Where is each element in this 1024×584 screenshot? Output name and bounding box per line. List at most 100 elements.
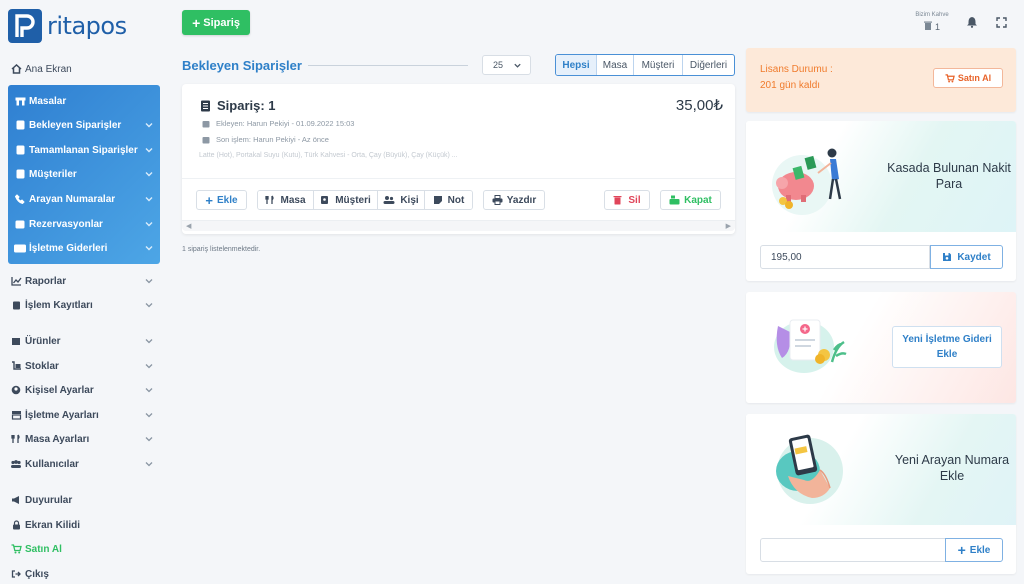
fullscreen-icon[interactable]: [996, 17, 1007, 28]
sidebar-item-users[interactable]: Kullanıcılar: [10, 455, 160, 473]
chart-icon: [10, 276, 22, 286]
sidebar-item-buy[interactable]: Satın Al: [10, 540, 160, 558]
sidebar-active-group: Masalar Bekleyen Siparişler Tamamlanan S…: [8, 85, 160, 264]
sidebar-item-caller-numbers[interactable]: Arayan Numaralar: [14, 190, 160, 208]
chevron-down-icon: [144, 276, 154, 286]
order-count-text: 1 sipariş listelenmektedir.: [182, 246, 261, 253]
order-added-text: Ekleyen: Harun Pekiyi - 01.09.2022 15:03: [216, 119, 355, 128]
sidebar-item-reservations[interactable]: Rezervasyonlar: [14, 215, 160, 233]
sidebar-item-screen-lock[interactable]: Ekran Kilidi: [10, 516, 160, 534]
caller-widget-title: Yeni Arayan Numara Ekle: [894, 453, 1010, 483]
sidebar-item-home[interactable]: Ana Ekran: [10, 60, 160, 78]
order-added-by: Ekleyen: Harun Pekiyi - 01.09.2022 15:03: [202, 119, 354, 128]
sidebar-item-label: Arayan Numaralar: [29, 193, 116, 205]
license-days-left: 201 gün kaldı: [760, 80, 821, 91]
scroll-left-icon[interactable]: ◀: [186, 222, 191, 230]
caller-number-input[interactable]: [760, 538, 946, 562]
new-order-button[interactable]: + Sipariş: [182, 10, 250, 35]
sidebar-item-completed-orders[interactable]: Tamamlanan Siparişler: [14, 141, 160, 159]
save-cash-button[interactable]: Kaydet: [930, 245, 1003, 269]
person-count-button[interactable]: Kişi: [377, 191, 424, 209]
sidebar-item-products[interactable]: Ürünler: [10, 332, 160, 350]
home-icon: [10, 64, 22, 74]
page-size-select[interactable]: 25: [482, 55, 531, 75]
sidebar-item-expenses[interactable]: İşletme Giderleri: [14, 239, 160, 257]
add-item-button[interactable]: + Ekle: [196, 190, 247, 210]
brand-logo[interactable]: ritapos: [8, 8, 127, 44]
cash-amount-input[interactable]: 195,00: [760, 245, 930, 269]
filter-customer[interactable]: Müşteri: [633, 55, 682, 75]
chevron-down-icon: [144, 169, 154, 179]
expense-illustration: [774, 319, 847, 373]
utensils-icon: [265, 195, 275, 205]
sidebar-item-label: İşlem Kayıtları: [25, 299, 93, 311]
business-count: 1: [934, 21, 940, 32]
cart-icon: [945, 73, 955, 83]
order-items-summary: Latte (Hot), Portakal Suyu (Kutu), Türk …: [199, 152, 458, 159]
clipboard-icon: [10, 300, 22, 310]
sidebar-item-customers[interactable]: Müşteriler: [14, 165, 160, 183]
scroll-right-icon[interactable]: ▶: [726, 222, 731, 230]
sidebar-item-stocks[interactable]: Stoklar: [10, 357, 160, 375]
add-expense-button[interactable]: Yeni İşletme Gideri Ekle: [892, 326, 1002, 368]
filter-table[interactable]: Masa: [596, 55, 633, 75]
sidebar-item-announcements[interactable]: Duyurular: [10, 491, 160, 509]
order-total: 35,00₺: [675, 97, 723, 114]
add-caller-label: Ekle: [969, 544, 991, 556]
bell-icon[interactable]: [966, 16, 978, 28]
close-order-button[interactable]: Kapat: [660, 190, 721, 210]
sidebar-item-label: Bekleyen Siparişler: [29, 119, 122, 131]
plus-icon: +: [957, 542, 966, 558]
business-selector[interactable]: Bizim Kahve 1: [908, 12, 956, 32]
cash-widget: Kasada Bulunan Nakit Para 195,00 Kaydet: [746, 121, 1016, 281]
phone-hand-illustration: [776, 434, 843, 504]
sidebar-item-logs[interactable]: İşlem Kayıtları: [10, 296, 160, 314]
box-icon: [10, 336, 22, 346]
sidebar-item-label: Ekran Kilidi: [25, 519, 81, 531]
dolly-icon: [10, 361, 22, 371]
cart-icon: [10, 544, 22, 554]
assign-customer-button[interactable]: Müşteri: [313, 191, 377, 209]
chevron-down-icon: [144, 434, 154, 444]
print-label: Yazdır: [506, 194, 537, 206]
assign-table-button[interactable]: Masa: [258, 191, 313, 209]
order-card[interactable]: Sipariş: 1 35,00₺ Ekleyen: Harun Pekiyi …: [182, 84, 735, 234]
cash-widget-title: Kasada Bulunan Nakit Para: [887, 161, 1011, 191]
cash-register-icon: [669, 195, 680, 205]
sidebar-item-reports[interactable]: Raporlar: [10, 272, 160, 290]
order-action-group: Masa Müşteri Kişi Not: [257, 190, 473, 210]
chevron-down-icon: [144, 336, 154, 346]
sidebar-item-tables[interactable]: Masalar: [14, 92, 160, 110]
sidebar-item-pending-orders[interactable]: Bekleyen Siparişler: [14, 116, 160, 134]
megaphone-icon: [10, 495, 22, 505]
sidebar-item-label: İşletme Giderleri: [29, 242, 108, 254]
chevron-down-icon: [513, 61, 522, 70]
receipt-icon: [14, 120, 26, 130]
chevron-down-icon: [144, 385, 154, 395]
sidebar-item-label: Çıkış: [25, 568, 49, 580]
add-caller-button[interactable]: + Ekle: [945, 538, 1003, 562]
assign-customer-label: Müşteri: [335, 194, 371, 206]
sidebar-item-personal-settings[interactable]: Kişisel Ayarlar: [10, 381, 160, 399]
note-icon: [433, 195, 443, 205]
delete-order-button[interactable]: Sil: [604, 190, 650, 210]
buy-license-button[interactable]: Satın Al: [933, 68, 1003, 88]
horizontal-scrollbar[interactable]: ◀ ▶: [182, 220, 735, 231]
sidebar-item-business-settings[interactable]: İşletme Ayarları: [10, 406, 160, 424]
chevron-down-icon: [144, 219, 154, 229]
calendar-icon: [14, 219, 26, 229]
filter-all[interactable]: Hepsi: [556, 55, 596, 75]
print-button[interactable]: Yazdır: [483, 190, 545, 210]
receipt-icon: [14, 145, 26, 155]
expense-widget: Yeni İşletme Gideri Ekle: [746, 292, 1016, 403]
chevron-down-icon: [144, 410, 154, 420]
table-icon: [14, 96, 26, 106]
piggy-bank-illustration: [772, 148, 842, 215]
sidebar-item-logout[interactable]: Çıkış: [10, 565, 160, 583]
filter-other[interactable]: Diğerleri: [682, 55, 734, 75]
add-note-button[interactable]: Not: [424, 191, 472, 209]
sidebar-item-table-settings[interactable]: Masa Ayarları: [10, 430, 160, 448]
trash-icon: [613, 195, 623, 205]
calendar-icon: [202, 136, 210, 144]
business-name: Bizim Kahve: [915, 12, 949, 18]
